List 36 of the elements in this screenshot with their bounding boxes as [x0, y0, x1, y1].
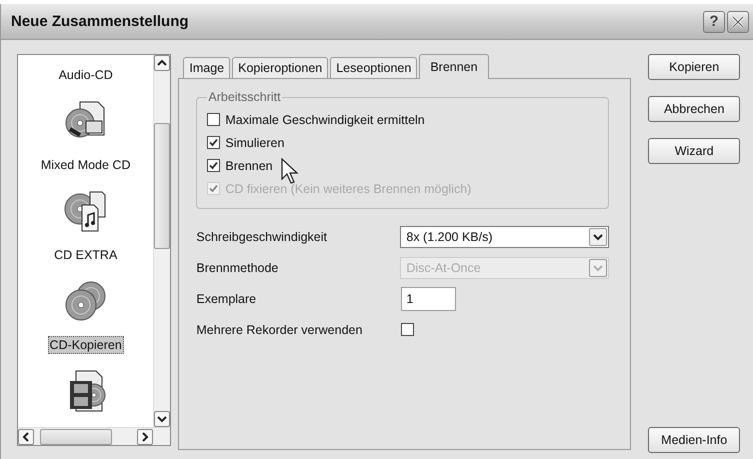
horizontal-scrollbar[interactable]: [18, 427, 170, 445]
tab[interactable]: Brennen: [419, 54, 489, 79]
checkbox[interactable]: [207, 159, 220, 172]
tab[interactable]: Kopieroptionen: [232, 57, 328, 78]
tab[interactable]: Leseoptionen: [330, 57, 418, 78]
tab[interactable]: Image: [183, 57, 230, 78]
field-label: Brennmethode: [196, 260, 280, 274]
checkbox-label: Maximale Geschwindigkeit ermitteln: [225, 112, 425, 126]
two-discs-icon: [64, 279, 108, 323]
mouse-cursor-icon: [281, 158, 300, 184]
checkbox[interactable]: [207, 113, 220, 126]
checkbox-label: Brennen: [225, 158, 273, 172]
checkbox-label: CD fixieren (Kein weiteres Brennen möglich): [225, 182, 472, 196]
list-item[interactable]: CD EXTRA: [52, 246, 120, 264]
input-field[interactable]: 1: [401, 286, 456, 310]
dropdown[interactable]: 8x (1.200 KB/s): [400, 226, 610, 248]
checkbox[interactable]: [401, 323, 414, 336]
checkbox-label: Simulieren: [225, 136, 284, 150]
dialog-button[interactable]: Wizard: [648, 138, 740, 164]
vertical-scrollbar[interactable]: [153, 55, 170, 427]
disc-music-document-icon: [64, 189, 108, 233]
list-item[interactable]: CD-Kopieren: [48, 336, 124, 354]
help-button[interactable]: ?: [703, 10, 725, 32]
close-button[interactable]: [727, 10, 749, 32]
close-icon: [731, 14, 745, 28]
media-info-button[interactable]: Medien-Info: [648, 427, 740, 453]
field-label: Exemplare: [196, 292, 258, 306]
field-label: Mehrere Rekorder verwenden: [196, 322, 364, 336]
checkbox[interactable]: [207, 136, 220, 149]
dialog-button[interactable]: Kopieren: [648, 54, 740, 80]
list-item[interactable]: Mixed Mode CD: [38, 156, 132, 174]
dialog-button[interactable]: Abbrechen: [648, 96, 740, 122]
field-label: Schreibgeschwindigkeit: [196, 230, 328, 244]
group-title: Arbeitsschritt: [207, 90, 282, 104]
window-title: Neue Zusammenstellung: [11, 13, 190, 30]
list-item[interactable]: Audio-CD: [56, 66, 115, 84]
